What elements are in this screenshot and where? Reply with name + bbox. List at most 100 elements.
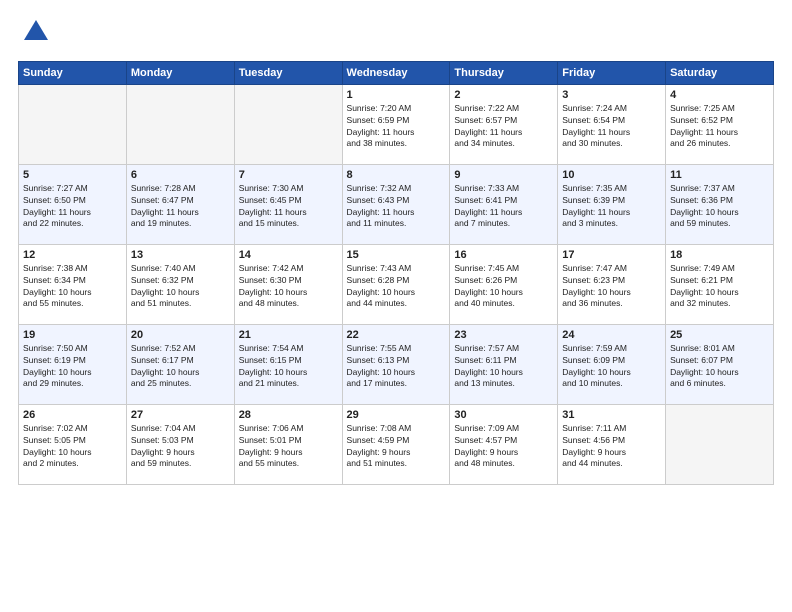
day-info: Sunrise: 7:38 AM Sunset: 6:34 PM Dayligh…: [23, 263, 122, 311]
calendar-cell: 1 Sunrise: 7:20 AM Sunset: 6:59 PM Daylig…: [342, 84, 450, 164]
day-number: 31: [562, 409, 661, 421]
day-number: 10: [562, 169, 661, 181]
day-info: Sunrise: 7:43 AM Sunset: 6:28 PM Dayligh…: [347, 263, 446, 311]
day-info: Sunrise: 7:52 AM Sunset: 6:17 PM Dayligh…: [131, 343, 230, 391]
calendar-cell: 12 Sunrise: 7:38 AM Sunset: 6:34 PM Dayli…: [19, 244, 127, 324]
day-number: 29: [347, 409, 446, 421]
day-info: Sunrise: 8:01 AM Sunset: 6:07 PM Dayligh…: [670, 343, 769, 391]
day-number: 25: [670, 329, 769, 341]
calendar-cell: 15 Sunrise: 7:43 AM Sunset: 6:28 PM Dayli…: [342, 244, 450, 324]
day-info: Sunrise: 7:32 AM Sunset: 6:43 PM Dayligh…: [347, 183, 446, 231]
calendar-cell: 13Sunrise: 7:40 AM Sunset: 6:32 PM Dayli…: [126, 244, 234, 324]
calendar-cell: 18Sunrise: 7:49 AM Sunset: 6:21 PM Dayli…: [666, 244, 774, 324]
day-info: Sunrise: 7:20 AM Sunset: 6:59 PM Dayligh…: [347, 103, 446, 151]
calendar: SundayMondayTuesdayWednesdayThursdayFrid…: [18, 61, 774, 485]
calendar-cell: 19 Sunrise: 7:50 AM Sunset: 6:19 PM Dayli…: [19, 324, 127, 404]
calendar-cell: 6 Sunrise: 7:28 AM Sunset: 6:47 PM Daylig…: [126, 164, 234, 244]
day-number: 19: [23, 329, 122, 341]
weekday-header-saturday: Saturday: [666, 61, 774, 84]
calendar-cell: 10Sunrise: 7:35 AM Sunset: 6:39 PM Dayli…: [558, 164, 666, 244]
calendar-cell: 11 Sunrise: 7:37 AM Sunset: 6:36 PM Dayli…: [666, 164, 774, 244]
day-info: Sunrise: 7:45 AM Sunset: 6:26 PM Dayligh…: [454, 263, 553, 311]
weekday-header-friday: Friday: [558, 61, 666, 84]
day-number: 4: [670, 89, 769, 101]
day-number: 23: [454, 329, 553, 341]
day-number: 14: [239, 249, 338, 261]
calendar-cell: 31 Sunrise: 7:11 AM Sunset: 4:56 PM Dayli…: [558, 404, 666, 484]
day-number: 27: [131, 409, 230, 421]
day-number: 28: [239, 409, 338, 421]
day-number: 13: [131, 249, 230, 261]
calendar-cell: 24Sunrise: 7:59 AM Sunset: 6:09 PM Dayli…: [558, 324, 666, 404]
day-info: Sunrise: 7:27 AM Sunset: 6:50 PM Dayligh…: [23, 183, 122, 231]
calendar-cell: 20 Sunrise: 7:52 AM Sunset: 6:17 PM Dayli…: [126, 324, 234, 404]
day-number: 1: [347, 89, 446, 101]
day-info: Sunrise: 7:06 AM Sunset: 5:01 PM Dayligh…: [239, 423, 338, 471]
week-row-4: 19 Sunrise: 7:50 AM Sunset: 6:19 PM Dayli…: [19, 324, 774, 404]
day-number: 26: [23, 409, 122, 421]
weekday-header-wednesday: Wednesday: [342, 61, 450, 84]
page: SundayMondayTuesdayWednesdayThursdayFrid…: [0, 0, 792, 612]
day-info: Sunrise: 7:08 AM Sunset: 4:59 PM Dayligh…: [347, 423, 446, 471]
day-number: 12: [23, 249, 122, 261]
day-info: Sunrise: 7:57 AM Sunset: 6:11 PM Dayligh…: [454, 343, 553, 391]
calendar-cell: 25 Sunrise: 8:01 AM Sunset: 6:07 PM Dayli…: [666, 324, 774, 404]
calendar-cell: 17Sunrise: 7:47 AM Sunset: 6:23 PM Dayli…: [558, 244, 666, 324]
day-number: 17: [562, 249, 661, 261]
header: [18, 18, 774, 51]
day-info: Sunrise: 7:11 AM Sunset: 4:56 PM Dayligh…: [562, 423, 661, 471]
calendar-cell: [666, 404, 774, 484]
calendar-cell: 30 Sunrise: 7:09 AM Sunset: 4:57 PM Dayli…: [450, 404, 558, 484]
day-info: Sunrise: 7:04 AM Sunset: 5:03 PM Dayligh…: [131, 423, 230, 471]
day-number: 20: [131, 329, 230, 341]
calendar-cell: 28 Sunrise: 7:06 AM Sunset: 5:01 PM Dayli…: [234, 404, 342, 484]
day-info: Sunrise: 7:02 AM Sunset: 5:05 PM Dayligh…: [23, 423, 122, 471]
day-number: 6: [131, 169, 230, 181]
calendar-cell: 21Sunrise: 7:54 AM Sunset: 6:15 PM Dayli…: [234, 324, 342, 404]
weekday-header-monday: Monday: [126, 61, 234, 84]
day-info: Sunrise: 7:50 AM Sunset: 6:19 PM Dayligh…: [23, 343, 122, 391]
weekday-header-row: SundayMondayTuesdayWednesdayThursdayFrid…: [19, 61, 774, 84]
day-info: Sunrise: 7:42 AM Sunset: 6:30 PM Dayligh…: [239, 263, 338, 311]
day-number: 3: [562, 89, 661, 101]
day-number: 15: [347, 249, 446, 261]
calendar-cell: [19, 84, 127, 164]
weekday-header-tuesday: Tuesday: [234, 61, 342, 84]
week-row-1: 1 Sunrise: 7:20 AM Sunset: 6:59 PM Daylig…: [19, 84, 774, 164]
day-info: Sunrise: 7:33 AM Sunset: 6:41 PM Dayligh…: [454, 183, 553, 231]
day-number: 8: [347, 169, 446, 181]
calendar-cell: 4 Sunrise: 7:25 AM Sunset: 6:52 PM Daylig…: [666, 84, 774, 164]
calendar-cell: 2Sunrise: 7:22 AM Sunset: 6:57 PM Daylig…: [450, 84, 558, 164]
day-number: 9: [454, 169, 553, 181]
day-number: 21: [239, 329, 338, 341]
day-info: Sunrise: 7:28 AM Sunset: 6:47 PM Dayligh…: [131, 183, 230, 231]
calendar-cell: 5 Sunrise: 7:27 AM Sunset: 6:50 PM Daylig…: [19, 164, 127, 244]
day-info: Sunrise: 7:22 AM Sunset: 6:57 PM Dayligh…: [454, 103, 553, 151]
day-info: Sunrise: 7:24 AM Sunset: 6:54 PM Dayligh…: [562, 103, 661, 151]
day-number: 30: [454, 409, 553, 421]
day-number: 11: [670, 169, 769, 181]
day-info: Sunrise: 7:55 AM Sunset: 6:13 PM Dayligh…: [347, 343, 446, 391]
day-info: Sunrise: 7:25 AM Sunset: 6:52 PM Dayligh…: [670, 103, 769, 151]
day-info: Sunrise: 7:59 AM Sunset: 6:09 PM Dayligh…: [562, 343, 661, 391]
week-row-5: 26 Sunrise: 7:02 AM Sunset: 5:05 PM Dayli…: [19, 404, 774, 484]
day-info: Sunrise: 7:30 AM Sunset: 6:45 PM Dayligh…: [239, 183, 338, 231]
calendar-cell: 14 Sunrise: 7:42 AM Sunset: 6:30 PM Dayli…: [234, 244, 342, 324]
calendar-cell: [126, 84, 234, 164]
logo: [18, 18, 50, 51]
day-info: Sunrise: 7:09 AM Sunset: 4:57 PM Dayligh…: [454, 423, 553, 471]
calendar-cell: 23 Sunrise: 7:57 AM Sunset: 6:11 PM Dayli…: [450, 324, 558, 404]
day-number: 7: [239, 169, 338, 181]
day-info: Sunrise: 7:37 AM Sunset: 6:36 PM Dayligh…: [670, 183, 769, 231]
calendar-cell: [234, 84, 342, 164]
day-number: 5: [23, 169, 122, 181]
calendar-cell: 27 Sunrise: 7:04 AM Sunset: 5:03 PM Dayli…: [126, 404, 234, 484]
logo-icon: [22, 18, 50, 46]
week-row-2: 5 Sunrise: 7:27 AM Sunset: 6:50 PM Daylig…: [19, 164, 774, 244]
calendar-cell: 8 Sunrise: 7:32 AM Sunset: 6:43 PM Daylig…: [342, 164, 450, 244]
day-number: 16: [454, 249, 553, 261]
calendar-cell: 7 Sunrise: 7:30 AM Sunset: 6:45 PM Daylig…: [234, 164, 342, 244]
calendar-cell: 16 Sunrise: 7:45 AM Sunset: 6:26 PM Dayli…: [450, 244, 558, 324]
calendar-cell: 29 Sunrise: 7:08 AM Sunset: 4:59 PM Dayli…: [342, 404, 450, 484]
day-number: 22: [347, 329, 446, 341]
